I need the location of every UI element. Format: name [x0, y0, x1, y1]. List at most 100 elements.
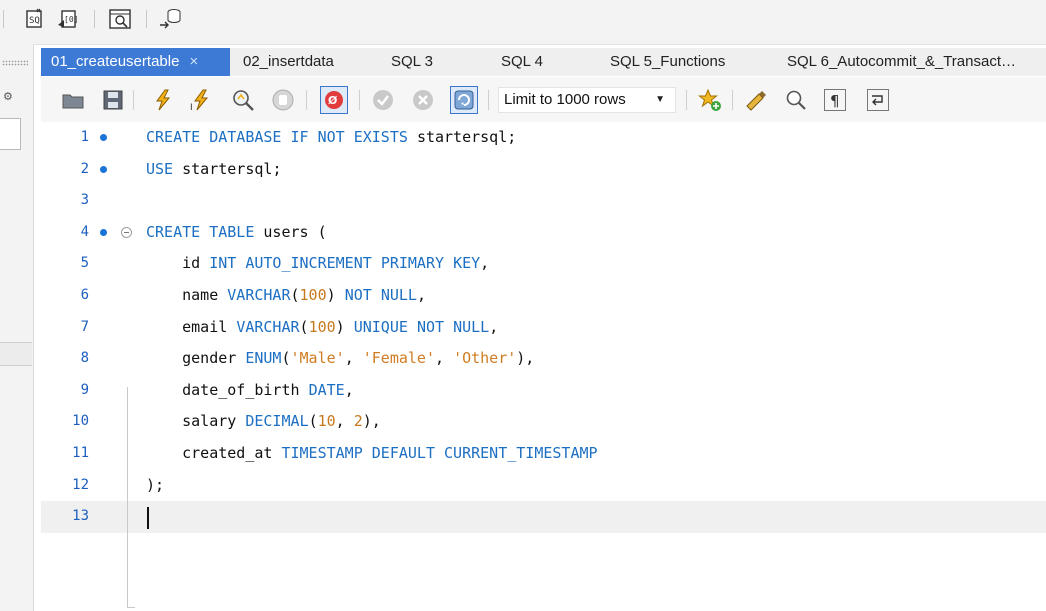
line-number: 13: [72, 508, 89, 525]
sql-token: ,: [489, 317, 499, 336]
tab-sql-5-functions[interactable]: SQL 5_Functions: [600, 48, 770, 76]
migration-icon[interactable]: [158, 7, 181, 31]
code-line[interactable]: 5 id INT AUTO_INCREMENT PRIMARY KEY,: [41, 248, 1046, 280]
sql-keyword: CURRENT_TIMESTAMP: [444, 444, 598, 462]
inspect-icon[interactable]: [108, 7, 131, 31]
open-sql-icon[interactable]: [0]: [56, 7, 78, 31]
sql-keyword: USE: [146, 159, 174, 178]
sql-token: ;: [272, 159, 282, 178]
rollback-icon[interactable]: [411, 88, 435, 112]
statement-marker-icon: [100, 134, 107, 141]
sql-token: (: [308, 412, 318, 431]
svg-text:Ø: Ø: [328, 94, 338, 107]
code-text: CREATE DATABASE IF NOT EXISTS startersql…: [146, 122, 516, 153]
code-line[interactable]: 11 created_at TIMESTAMP DEFAULT CURRENT_…: [41, 438, 1046, 470]
find-icon[interactable]: [784, 88, 808, 112]
sql-keyword: EXISTS: [353, 128, 408, 146]
fold-toggle-icon[interactable]: [121, 226, 132, 238]
code-line[interactable]: 13: [41, 501, 1046, 533]
tab-label: SQL 5_Functions: [610, 53, 726, 70]
code-line[interactable]: 10 salary DECIMAL(10, 2),: [41, 406, 1046, 438]
autocommit-icon[interactable]: [450, 86, 478, 114]
sql-token: gender: [182, 349, 237, 368]
sql-token: created_at: [182, 444, 273, 462]
open-folder-icon[interactable]: [61, 88, 85, 112]
code-line[interactable]: 12);: [41, 470, 1046, 502]
add-snippet-icon[interactable]: [698, 88, 722, 112]
code-line[interactable]: 1 CREATE DATABASE IF NOT EXISTS startersq…: [41, 122, 1046, 154]
tab-01-createusertable[interactable]: 01_createusertable ×: [41, 48, 230, 76]
code-text: );: [146, 470, 164, 501]
fold-guide: [127, 387, 128, 605]
line-number: 9: [80, 381, 89, 398]
sql-token: ,: [435, 349, 454, 368]
save-icon[interactable]: [101, 88, 125, 112]
sql-number: 2: [353, 412, 363, 431]
sql-editor[interactable]: 13 12); 11 created_at TIMESTAMP DEFAULT CU…: [41, 122, 1046, 611]
navigator-panel: ⚙: [0, 44, 34, 611]
stop-icon[interactable]: [271, 88, 295, 112]
sql-token: (: [299, 317, 309, 336]
limit-rows-dropdown[interactable]: Limit to 1000 rows ▼: [498, 87, 676, 113]
fold-guide-end: [127, 601, 135, 608]
toolbar-separator: [732, 90, 733, 110]
editor-toolbar: I Ø Limit to 1000 rows ▼ ¶: [41, 77, 1046, 123]
commit-icon[interactable]: [371, 88, 395, 112]
sql-number: 100: [299, 286, 327, 304]
tab-02-insertdata[interactable]: 02_insertdata: [233, 48, 383, 76]
sql-token: startersql: [182, 159, 273, 178]
svg-text:¶: ¶: [830, 92, 840, 110]
tab-label: SQL 3: [391, 53, 433, 70]
code-text: created_at TIMESTAMP DEFAULT CURRENT_TIM…: [146, 438, 598, 469]
beautify-icon[interactable]: [744, 88, 768, 112]
navigator-filter-input[interactable]: [0, 118, 21, 150]
wrap-icon[interactable]: [867, 89, 889, 111]
code-line[interactable]: 7 email VARCHAR(100) UNIQUE NOT NULL,: [41, 312, 1046, 344]
code-line[interactable]: 4 CREATE TABLE users (: [41, 217, 1046, 249]
close-icon[interactable]: ×: [189, 53, 198, 70]
code-line[interactable]: 8 gender ENUM('Male', 'Female', 'Other')…: [41, 343, 1046, 375]
code-text: USE startersql;: [146, 154, 281, 185]
code-text: gender ENUM('Male', 'Female', 'Other'),: [146, 343, 534, 374]
line-number: 7: [80, 318, 89, 335]
tab-label: SQL 4: [501, 53, 543, 70]
tab-sql-6-autocommit[interactable]: SQL 6_Autocommit_&_Transact…: [777, 48, 1045, 76]
sql-string: 'Male': [290, 349, 345, 368]
execute-statement-icon[interactable]: I: [189, 88, 213, 113]
sql-token: ),: [516, 349, 535, 368]
explain-icon[interactable]: [231, 88, 255, 112]
stop-on-error-icon[interactable]: Ø: [320, 86, 348, 114]
line-number: 11: [72, 445, 89, 461]
line-number: 5: [80, 255, 89, 272]
line-number: 12: [72, 476, 89, 493]
panel-menu-icon[interactable]: ⚙: [3, 90, 13, 103]
execute-icon[interactable]: [151, 88, 175, 112]
tab-sql-4[interactable]: SQL 4: [491, 48, 591, 76]
code-line[interactable]: 3: [41, 185, 1046, 217]
sql-keyword: DATABASE: [209, 128, 282, 146]
new-sql-tab-icon[interactable]: SQ: [24, 7, 46, 31]
code-line[interactable]: 2 USE startersql;: [41, 154, 1046, 186]
code-line[interactable]: 9 date_of_birth DATE,: [41, 375, 1046, 407]
code-line[interactable]: 6 name VARCHAR(100) NOT NULL,: [41, 280, 1046, 312]
invisibles-icon[interactable]: ¶: [824, 89, 846, 111]
sql-keyword: TIMESTAMP: [281, 444, 363, 462]
sql-token: email: [182, 317, 228, 336]
panel-grip[interactable]: [2, 60, 28, 66]
code-text: salary DECIMAL(10, 2),: [146, 406, 381, 437]
svg-text:SQ: SQ: [29, 16, 40, 26]
sql-token: );: [146, 475, 165, 494]
tab-sql-3[interactable]: SQL 3: [381, 48, 481, 76]
navigator-row[interactable]: [0, 342, 32, 366]
